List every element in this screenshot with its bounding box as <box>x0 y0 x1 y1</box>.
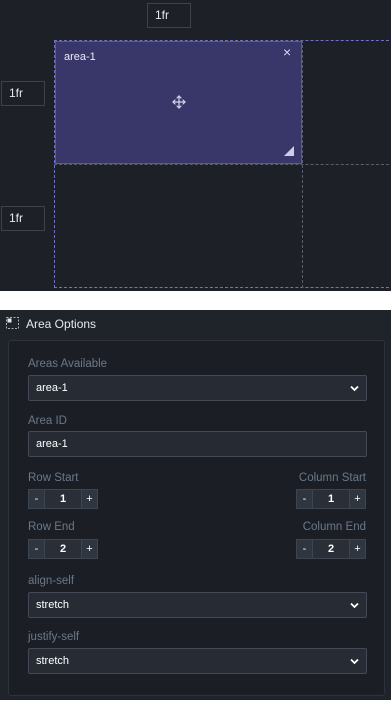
chevron-down-icon <box>350 385 359 392</box>
areas-available-select[interactable]: area-1 <box>28 375 367 401</box>
row-end-label: Row End <box>28 521 75 533</box>
area-name-label: area-1 <box>64 51 96 63</box>
row-end-value[interactable]: 2 <box>46 540 80 558</box>
column-end-decrement-button[interactable]: - <box>297 540 313 558</box>
area-options-panel: Area Options Areas Available area-1 Area… <box>0 310 391 700</box>
column-end-increment-button[interactable]: + <box>349 540 365 558</box>
panel-body: Areas Available area-1 Area ID area-1 Ro… <box>8 340 385 696</box>
row-end-decrement-button[interactable]: - <box>29 540 45 558</box>
justify-self-label: justify-self <box>28 631 80 643</box>
row-track-size-2[interactable]: 1fr <box>1 206 45 231</box>
row-start-value[interactable]: 1 <box>46 490 80 508</box>
grid-area-icon <box>6 317 19 329</box>
column-start-decrement-button[interactable]: - <box>297 490 313 508</box>
column-end-label: Column End <box>302 521 366 533</box>
row-start-decrement-button[interactable]: - <box>29 490 45 508</box>
align-self-value: stretch <box>36 599 70 611</box>
panel-header: Area Options <box>0 310 391 338</box>
row-track-size-1[interactable]: 1fr <box>1 81 45 106</box>
chevron-down-icon <box>350 658 359 665</box>
column-start-stepper: - 1 + <box>296 489 366 509</box>
row-end-increment-button[interactable]: + <box>81 540 97 558</box>
column-end-value[interactable]: 2 <box>314 540 348 558</box>
justify-self-value: stretch <box>36 655 70 667</box>
column-start-value[interactable]: 1 <box>314 490 348 508</box>
close-icon[interactable]: × <box>283 45 291 59</box>
area-id-value: area-1 <box>36 438 68 450</box>
area-id-label: Area ID <box>28 415 67 427</box>
justify-self-select[interactable]: stretch <box>28 648 367 674</box>
areas-available-label: Areas Available <box>28 358 108 370</box>
areas-available-value: area-1 <box>36 382 68 394</box>
move-icon[interactable] <box>172 95 186 109</box>
row-start-label: Row Start <box>28 472 79 484</box>
resize-handle-icon[interactable] <box>284 146 294 156</box>
row-start-stepper: - 1 + <box>28 489 98 509</box>
grid-area-box[interactable]: area-1 × <box>55 41 302 164</box>
column-track-size-1[interactable]: 1fr <box>147 3 191 28</box>
grid-editor: 1fr 1fr 1fr area-1 × <box>0 0 391 291</box>
column-end-stepper: - 2 + <box>296 539 366 559</box>
column-start-label: Column Start <box>298 472 366 484</box>
area-id-input[interactable]: area-1 <box>28 431 367 457</box>
column-start-increment-button[interactable]: + <box>349 490 365 508</box>
panel-title: Area Options <box>26 317 97 331</box>
align-self-label: align-self <box>28 575 75 587</box>
align-self-select[interactable]: stretch <box>28 592 367 618</box>
row-end-stepper: - 2 + <box>28 539 98 559</box>
grid-row-line <box>54 164 391 165</box>
chevron-down-icon <box>350 602 359 609</box>
row-start-increment-button[interactable]: + <box>81 490 97 508</box>
